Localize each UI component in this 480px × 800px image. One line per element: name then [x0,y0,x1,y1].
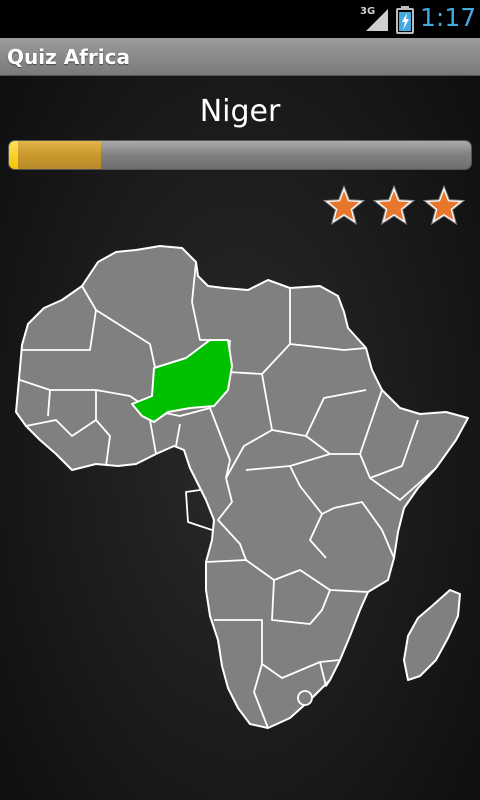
star-icon [422,184,466,226]
star-rating [322,184,466,230]
signal-icon [366,9,388,31]
star-icon [322,184,366,226]
africa-mainland[interactable] [15,245,469,729]
status-time: 1:17 [420,3,477,32]
country-name: Niger [199,94,281,129]
madagascar[interactable] [403,589,461,681]
progress-fill [9,141,102,169]
progress-cap [9,141,18,169]
lesotho[interactable] [297,690,313,706]
star-icon [372,184,416,226]
battery-charging-icon [396,6,414,34]
title-bar: Quiz Africa [0,38,480,76]
app-title: Quiz Africa [7,45,130,69]
status-bar: 3G 1:17 [0,0,480,38]
africa-map[interactable] [0,240,480,740]
progress-bar [8,140,472,170]
